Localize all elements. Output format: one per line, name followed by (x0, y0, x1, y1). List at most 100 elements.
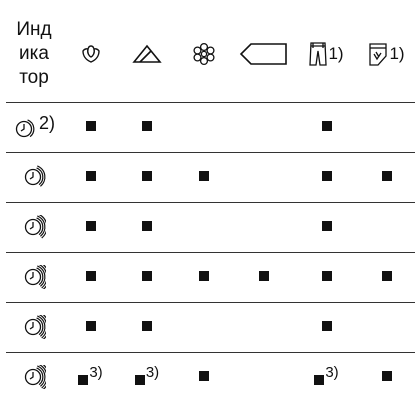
mark-cell (358, 252, 415, 302)
mark-cell (62, 202, 119, 252)
filled-square-icon (142, 321, 152, 331)
table-row (6, 252, 415, 302)
filled-square-icon (381, 171, 392, 181)
mark-cell (295, 152, 358, 202)
mark-cell (62, 152, 119, 202)
filled-square-icon (85, 321, 96, 331)
delicates-flower-icon (193, 43, 215, 66)
mark-cell (233, 102, 295, 152)
mark-cell (175, 252, 233, 302)
mark-cell (119, 102, 175, 152)
time-indicator-3-icon (24, 213, 48, 239)
mark-cell (175, 302, 233, 352)
table-row (6, 202, 415, 252)
filled-square-icon (314, 375, 325, 386)
indicator-cell (6, 352, 62, 402)
mark-cell (119, 152, 175, 202)
table-row (6, 152, 415, 202)
filled-square-icon (78, 375, 89, 386)
indicator-header-line-3: тор (19, 67, 49, 89)
shirt-footnote: 1) (389, 44, 405, 64)
mark-cell (175, 102, 233, 152)
table-row (6, 302, 415, 352)
mark-cell (175, 202, 233, 252)
wool-label-icon (239, 43, 287, 66)
mark-cell (295, 302, 358, 352)
mark-cell (358, 302, 415, 352)
filled-square-icon (134, 375, 145, 386)
mark-cell: 3) (62, 352, 119, 402)
filled-square-icon (142, 121, 152, 131)
indicator-cell (6, 202, 62, 252)
filled-square-icon (85, 221, 96, 231)
mark-cell: 3) (295, 352, 358, 402)
table-row: 2) (6, 102, 415, 152)
mark-cell (233, 252, 295, 302)
mark-cell (233, 302, 295, 352)
mark-footnote: 3) (89, 364, 103, 382)
column-header-synthetics (119, 7, 175, 102)
indicator-cell: 2) (6, 102, 62, 152)
mark-footnote: 3) (145, 364, 160, 382)
table-row: 3) 3) 3) (6, 352, 415, 402)
time-indicator-1-icon (15, 119, 35, 138)
mark-footnote: 3) (325, 364, 339, 382)
indicator-table: Инд ика тор 1) 1) 2) 3) 3) 3) (6, 7, 415, 402)
filled-square-icon (199, 271, 209, 281)
cotton-flower-icon (81, 45, 100, 64)
time-indicator-6-icon (24, 359, 52, 393)
filled-square-icon (85, 171, 96, 181)
filled-square-icon (199, 371, 209, 382)
mark-cell (358, 202, 415, 252)
filled-square-icon (85, 271, 96, 281)
jeans-footnote: 1) (328, 44, 344, 64)
mark-cell (175, 352, 233, 402)
filled-square-icon (321, 171, 332, 181)
column-header-shirt: 1) (358, 7, 415, 102)
time-indicator-4-icon (24, 261, 50, 291)
jeans-icon (309, 42, 328, 66)
mark-cell (295, 252, 358, 302)
mark-cell (233, 352, 295, 402)
column-header-cotton (62, 7, 119, 102)
filled-square-icon (321, 121, 332, 131)
filled-square-icon (142, 221, 152, 231)
mark-cell (358, 152, 415, 202)
filled-square-icon (321, 221, 332, 231)
filled-square-icon (321, 271, 332, 281)
indicator-footnote: 2) (38, 113, 55, 134)
mark-cell: 3) (119, 352, 175, 402)
mark-cell (119, 252, 175, 302)
filled-square-icon (85, 121, 96, 131)
mark-cell (295, 202, 358, 252)
filled-square-icon (142, 271, 152, 281)
synthetics-triangle-icon (132, 44, 162, 64)
mark-cell (62, 252, 119, 302)
column-header-wool (233, 7, 295, 102)
filled-square-icon (321, 321, 332, 331)
mark-cell (358, 102, 415, 152)
filled-square-icon (381, 271, 392, 281)
time-indicator-5-icon (24, 309, 52, 342)
indicator-rows: 2) 3) 3) 3) (6, 102, 415, 402)
header-row: Инд ика тор 1) 1) (6, 7, 415, 102)
filled-square-icon (199, 171, 209, 181)
mark-cell (175, 152, 233, 202)
indicator-cell (6, 152, 62, 202)
filled-square-icon (259, 271, 269, 281)
mark-cell (62, 302, 119, 352)
column-header-jeans: 1) (295, 7, 358, 102)
mark-cell (233, 152, 295, 202)
filled-square-icon (381, 371, 392, 382)
filled-square-icon (142, 171, 152, 181)
mark-cell (358, 352, 415, 402)
mark-cell (119, 302, 175, 352)
mark-cell (295, 102, 358, 152)
indicator-cell (6, 302, 62, 352)
time-indicator-2-icon (24, 165, 46, 187)
indicator-header-line-1: Инд (16, 19, 52, 41)
indicator-header-line-2: ика (19, 43, 49, 65)
column-header-delicates (175, 7, 233, 102)
mark-cell (119, 202, 175, 252)
indicator-column-header: Инд ика тор (6, 7, 62, 102)
